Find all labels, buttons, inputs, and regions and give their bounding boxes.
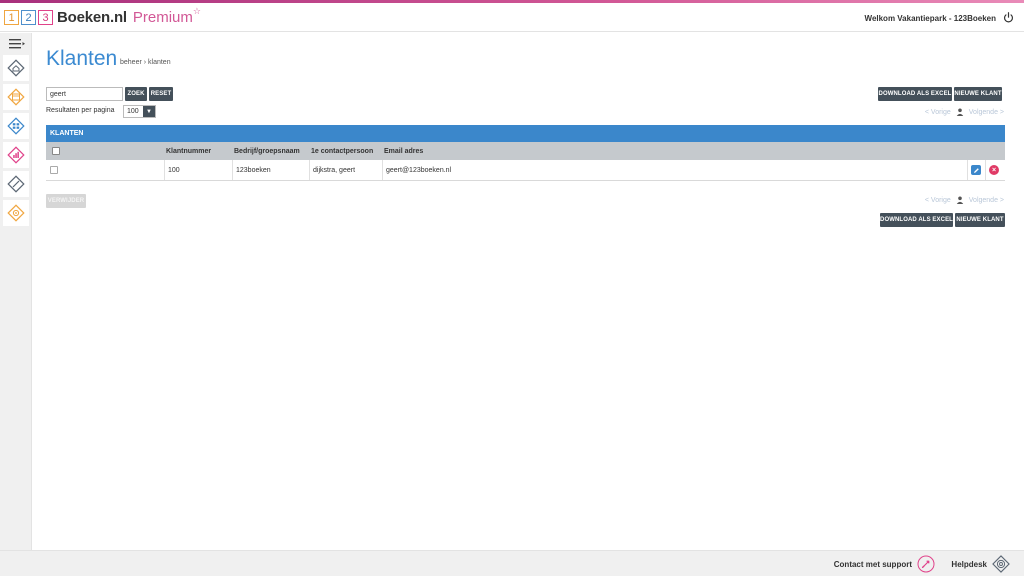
row-checkbox[interactable] [50, 166, 58, 174]
search-input[interactable] [46, 87, 123, 101]
person-icon [956, 196, 963, 204]
logo[interactable]: 1 2 3 Boeken.nl Premium ☆ [4, 6, 201, 26]
layout-icon [7, 117, 25, 135]
logo-name: Boeken.nl [57, 9, 127, 26]
logo-digit-2: 2 [21, 10, 36, 25]
row-select-cell [46, 160, 164, 180]
top-header: 1 2 3 Boeken.nl Premium ☆ Welkom Vakanti… [0, 3, 1024, 32]
logo-star: ☆ [192, 6, 201, 16]
pager-prev-bottom[interactable]: < Vorige [925, 197, 951, 204]
settings-icon [7, 204, 25, 222]
cell-contactpersoon: dijkstra, geert [309, 160, 382, 180]
contact-support-link[interactable]: Contact met support [834, 560, 912, 569]
edit-button[interactable] [971, 165, 981, 175]
results-per-page-select[interactable]: 100 ▼ [123, 105, 156, 118]
calendar-icon [7, 88, 25, 106]
new-client-button-bottom[interactable]: NIEUWE KLANT [955, 213, 1005, 227]
pager-next-bottom[interactable]: Volgende > [969, 197, 1004, 204]
select-all-cell [49, 142, 60, 160]
pager-next-top[interactable]: Volgende > [969, 109, 1004, 116]
menu-toggle-icon[interactable] [9, 39, 25, 49]
results-per-page-label: Resultaten per pagina [46, 107, 115, 114]
logo-digit-1: 1 [4, 10, 19, 25]
cell-klantnummer: 100 [164, 160, 232, 180]
cell-email: geert@123boeken.nl [382, 160, 967, 180]
clients-table: KLANTEN Klantnummer Bedrijf/groepsnaam 1… [46, 125, 1005, 181]
results-per-page-value: 100 [127, 108, 139, 115]
reset-button[interactable]: RESET [149, 87, 173, 101]
delete-icon[interactable]: × [989, 165, 999, 175]
sidebar-item-home[interactable] [3, 55, 29, 81]
download-excel-button-bottom[interactable]: DOWNLOAD ALS EXCEL [880, 213, 953, 227]
delete-selected-button[interactable]: VERWIJDER [46, 194, 86, 208]
logo-premium: Premium [132, 9, 193, 26]
col-contactpersoon[interactable]: 1e contactpersoon [308, 142, 373, 160]
page-title: Klanten [46, 47, 118, 70]
download-excel-button-top[interactable]: DOWNLOAD ALS EXCEL [878, 87, 952, 101]
rocket-icon[interactable] [917, 555, 935, 573]
welcome-text: Welkom Vakantiepark - 123Boeken [864, 14, 996, 23]
table-row[interactable]: 100 123boeken dijkstra, geert geert@123b… [46, 160, 1005, 181]
stats-icon [7, 146, 25, 164]
col-email[interactable]: Email adres [381, 142, 423, 160]
pencil-icon [973, 167, 979, 173]
table-header-row: Klantnummer Bedrijf/groepsnaam 1e contac… [46, 142, 1005, 160]
main-content: Klanten beheer › klanten ZOEK RESET DOWN… [32, 33, 1024, 550]
breadcrumb[interactable]: beheer › klanten [120, 59, 171, 66]
pager-bottom: < Vorige Volgende > [925, 196, 1004, 204]
table-title: KLANTEN [46, 125, 1005, 142]
select-all-checkbox[interactable] [52, 147, 60, 155]
new-client-button-top[interactable]: NIEUWE KLANT [954, 87, 1002, 101]
sidebar-item-settings[interactable] [3, 200, 29, 226]
pager-prev-top[interactable]: < Vorige [925, 109, 951, 116]
sidebar [0, 33, 32, 550]
sidebar-item-layout[interactable] [3, 113, 29, 139]
row-edit-cell [967, 160, 985, 180]
home-icon [7, 59, 25, 77]
row-delete-cell: × [985, 160, 1005, 180]
sidebar-item-calendar[interactable] [3, 84, 29, 110]
power-icon[interactable] [1003, 12, 1014, 23]
chevron-down-icon: ▼ [143, 106, 155, 117]
lifebuoy-icon[interactable] [992, 555, 1010, 573]
zoek-button[interactable]: ZOEK [125, 87, 147, 101]
pager-top: < Vorige Volgende > [925, 108, 1004, 116]
sidebar-item-stats[interactable] [3, 142, 29, 168]
col-bedrijf[interactable]: Bedrijf/groepsnaam [231, 142, 300, 160]
tag-icon [7, 175, 25, 193]
logo-digit-3: 3 [38, 10, 53, 25]
footer: Contact met support Helpdesk [0, 550, 1024, 576]
person-icon [956, 108, 963, 116]
helpdesk-link[interactable]: Helpdesk [951, 560, 987, 569]
sidebar-item-tag[interactable] [3, 171, 29, 197]
cell-bedrijf: 123boeken [232, 160, 309, 180]
col-klantnummer[interactable]: Klantnummer [163, 142, 211, 160]
